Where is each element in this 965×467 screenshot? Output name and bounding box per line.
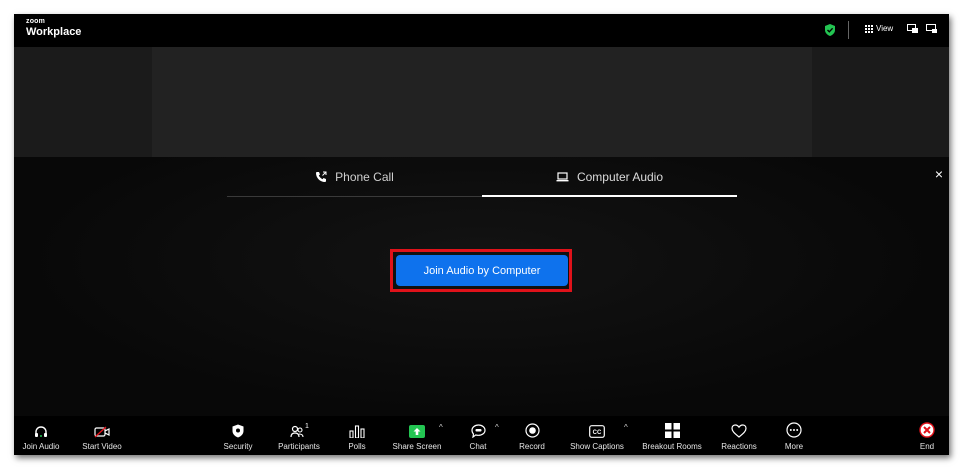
laptop-icon <box>556 172 569 182</box>
breakout-rooms-icon <box>664 423 680 438</box>
participants-label: Participants <box>278 442 320 451</box>
join-audio-label: Join Audio <box>22 442 60 451</box>
active-tab-indicator <box>482 195 737 197</box>
end-call-icon <box>919 422 935 438</box>
logo-small-text: zoom <box>26 18 46 25</box>
show-captions-button[interactable]: CC Show Captions <box>565 416 629 455</box>
headphones-icon <box>35 426 47 437</box>
video-off-icon <box>94 426 110 438</box>
more-label: More <box>784 442 804 451</box>
join-audio-by-computer-button[interactable]: Join Audio by Computer <box>396 255 568 286</box>
participants-count: 1 <box>305 423 309 430</box>
show-captions-label: Show Captions <box>570 442 624 451</box>
share-screen-button[interactable]: Share Screen <box>390 416 444 455</box>
join-audio-button[interactable]: Join Audio <box>16 416 66 455</box>
tab-computer-audio-label: Computer Audio <box>576 170 664 184</box>
phone-icon <box>316 171 327 182</box>
breakout-rooms-button[interactable]: Breakout Rooms <box>640 416 704 455</box>
tab-phone-call[interactable]: Phone Call <box>227 157 482 197</box>
share-screen-label: Share Screen <box>392 442 442 451</box>
reactions-label: Reactions <box>721 442 757 451</box>
tab-computer-audio[interactable]: Computer Audio <box>482 157 737 197</box>
view-label: View <box>876 24 894 33</box>
video-tile <box>152 47 812 157</box>
security-button[interactable]: Security <box>218 416 258 455</box>
polls-button[interactable]: Polls <box>337 416 377 455</box>
security-label: Security <box>223 442 253 451</box>
tab-phone-call-label: Phone Call <box>335 170 394 184</box>
participants-button[interactable]: 1 Participants <box>272 416 326 455</box>
more-icon <box>786 422 802 438</box>
more-button[interactable]: More <box>774 416 814 455</box>
end-button[interactable]: End <box>912 416 942 455</box>
captions-caret-icon[interactable]: ^ <box>624 423 628 432</box>
reactions-button[interactable]: Reactions <box>719 416 759 455</box>
record-icon <box>524 423 540 438</box>
share-screen-caret-icon[interactable]: ^ <box>439 423 443 432</box>
chat-icon <box>470 424 486 438</box>
security-shield-icon <box>232 424 244 438</box>
video-area <box>14 47 949 157</box>
top-bar: zoom Workplace View <box>14 14 949 47</box>
captions-icon: CC <box>589 425 605 438</box>
polls-icon <box>349 425 365 438</box>
header-divider <box>848 21 849 39</box>
chat-caret-icon[interactable]: ^ <box>495 423 499 432</box>
breakout-rooms-label: Breakout Rooms <box>642 442 702 451</box>
chat-label: Chat <box>469 442 487 451</box>
chat-button[interactable]: Chat <box>458 416 498 455</box>
fullscreen-icon[interactable] <box>926 24 937 33</box>
start-video-label: Start Video <box>82 442 122 451</box>
audio-dialog: Phone Call Computer Audio × Join Audio b… <box>14 157 949 416</box>
record-label: Record <box>519 442 545 451</box>
end-label: End <box>919 442 935 451</box>
zoom-window: zoom Workplace View Phone Call Computer … <box>14 14 949 455</box>
pip-icon[interactable] <box>907 24 918 33</box>
heart-icon <box>731 424 747 438</box>
record-button[interactable]: Record <box>512 416 552 455</box>
shield-check-icon[interactable] <box>825 24 835 36</box>
participants-icon <box>290 425 304 438</box>
view-button[interactable]: View <box>865 24 893 33</box>
close-icon[interactable]: × <box>931 166 947 182</box>
meeting-toolbar: Join Audio Start Video Security 1 Partic… <box>14 416 949 455</box>
polls-label: Polls <box>348 442 366 451</box>
start-video-button[interactable]: Start Video <box>77 416 127 455</box>
svg-text:CC: CC <box>593 430 602 436</box>
logo-main-text: Workplace <box>26 26 82 38</box>
grid-icon <box>865 24 873 33</box>
share-screen-icon <box>409 425 425 438</box>
